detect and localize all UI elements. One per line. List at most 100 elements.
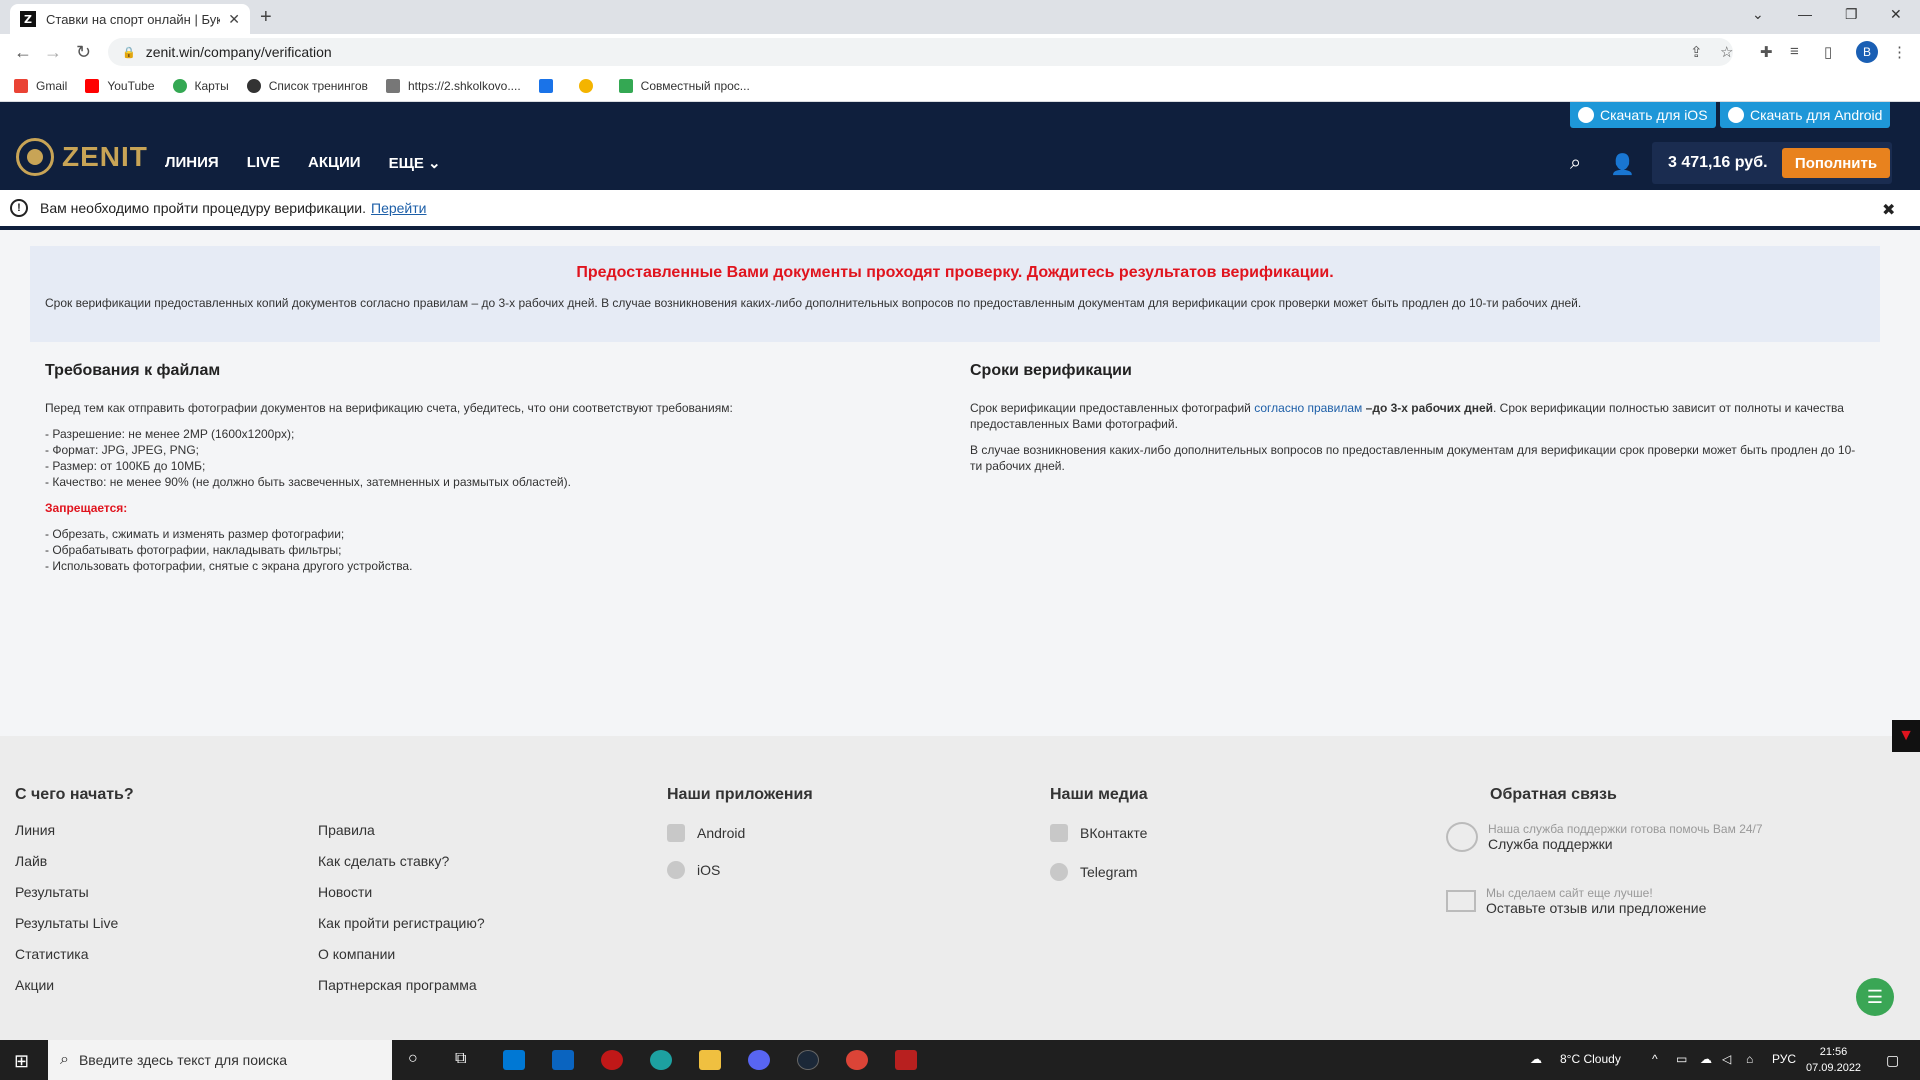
footer-link-news[interactable]: Новости xyxy=(318,884,372,900)
bookmark-gmail[interactable]: Gmail xyxy=(14,78,67,93)
bookmark-q[interactable] xyxy=(578,78,601,93)
notice-text: Вам необходимо пройти процедуру верифика… xyxy=(40,200,367,216)
store-icon[interactable] xyxy=(503,1050,525,1070)
footer-feedback-title: Обратная связь xyxy=(1490,786,1617,803)
profile-avatar[interactable]: B xyxy=(1856,41,1878,63)
windows-start-icon[interactable]: ⊞ xyxy=(14,1051,29,1072)
telegram-icon xyxy=(1050,863,1068,881)
footer-link-about[interactable]: О компании xyxy=(318,946,395,962)
file-explorer-icon[interactable] xyxy=(699,1050,721,1070)
terms-section: Сроки верификации Срок верификации предо… xyxy=(970,360,1860,484)
lock-icon: 🔒 xyxy=(122,46,136,59)
reading-list-icon[interactable]: ≡ xyxy=(1790,43,1799,60)
footer-app-android[interactable]: Android xyxy=(667,824,745,842)
list-item: Качество: не менее 90% (не должно быть з… xyxy=(45,474,945,490)
task-view-icon[interactable]: ⧉ xyxy=(455,1050,466,1068)
q-icon xyxy=(578,78,593,93)
new-tab-icon[interactable]: + xyxy=(260,6,272,29)
footer-media-vk[interactable]: ВКонтакте xyxy=(1050,824,1147,842)
back-icon[interactable]: ← xyxy=(14,42,32,63)
mail-icon[interactable] xyxy=(552,1050,574,1070)
weather-text[interactable]: 8°C Cloudy xyxy=(1560,1052,1621,1066)
footer-link-results-live[interactable]: Результаты Live xyxy=(15,915,118,931)
vk-icon xyxy=(1050,824,1068,842)
footer-app-ios[interactable]: iOS xyxy=(667,861,720,879)
nav-line[interactable]: ЛИНИЯ xyxy=(165,154,219,172)
extensions-icon[interactable]: ✚ xyxy=(1760,43,1773,61)
footer-link-rules[interactable]: Правила xyxy=(318,822,375,838)
bookmark-chat[interactable] xyxy=(538,78,561,93)
footer-link-how-bet[interactable]: Как сделать ставку? xyxy=(318,853,449,869)
browser-menu-icon[interactable]: ⋮ xyxy=(1892,43,1907,61)
url-field[interactable]: 🔒 zenit.win/company/verification xyxy=(108,38,1733,66)
download-android-button[interactable]: Скачать для Android xyxy=(1720,102,1891,128)
close-icon[interactable]: ✖ xyxy=(1882,200,1895,220)
search-icon[interactable]: ⌕ xyxy=(1570,152,1581,175)
reload-icon[interactable]: ↻ xyxy=(76,42,91,63)
list-item: Обрезать, сжимать и изменять размер фото… xyxy=(45,526,945,542)
language-indicator[interactable]: РУС xyxy=(1772,1052,1796,1066)
edge-icon[interactable] xyxy=(650,1050,672,1070)
forward-icon[interactable]: → xyxy=(44,42,62,63)
verification-notice: ! Вам необходимо пройти процедуру верифи… xyxy=(0,190,1920,230)
requirements-title: Требования к файлам xyxy=(45,362,221,379)
notice-link[interactable]: Перейти xyxy=(371,200,426,216)
chrome-icon[interactable] xyxy=(846,1050,868,1070)
notifications-icon[interactable]: ▢ xyxy=(1886,1052,1899,1069)
rules-link[interactable]: согласно правилам xyxy=(1254,401,1362,415)
side-panel-icon[interactable]: ▯ xyxy=(1824,43,1832,61)
steam-icon[interactable] xyxy=(797,1050,819,1070)
clock[interactable]: 21:56 07.09.2022 xyxy=(1806,1044,1861,1076)
bookmark-maps[interactable]: Карты xyxy=(172,78,229,93)
user-icon[interactable]: 👤 xyxy=(1610,152,1635,177)
footer-link-results[interactable]: Результаты xyxy=(15,884,89,900)
footer-link-live[interactable]: Лайв xyxy=(15,853,47,869)
weather-icon[interactable]: ☁ xyxy=(1530,1052,1542,1066)
tab-search-icon[interactable]: ⌄ xyxy=(1752,6,1764,23)
feedback-link[interactable]: Мы сделаем сайт еще лучше! Оставьте отзыв… xyxy=(1446,886,1706,916)
requirements-list: Разрешение: не менее 2MP (1600x1200px); … xyxy=(45,426,945,490)
site-footer: С чего начать? Линия Лайв Результаты Рез… xyxy=(0,736,1920,1040)
onedrive-icon[interactable]: ☁ xyxy=(1700,1052,1712,1066)
discord-icon[interactable] xyxy=(748,1050,770,1070)
download-ios-button[interactable]: Скачать для iOS xyxy=(1570,102,1716,128)
footer-media-telegram[interactable]: Telegram xyxy=(1050,863,1138,881)
chat-icon[interactable]: ☰ xyxy=(1856,978,1894,1016)
wifi-icon[interactable]: ⌂ xyxy=(1746,1052,1753,1066)
bookmark-trainings[interactable]: Список тренингов xyxy=(246,78,368,93)
network-icon[interactable]: ▭ xyxy=(1676,1052,1687,1066)
minimize-icon[interactable]: — xyxy=(1798,6,1812,22)
bookmark-youtube[interactable]: YouTube xyxy=(85,78,155,93)
app-red-icon[interactable] xyxy=(601,1050,623,1070)
bookmark-star-icon[interactable]: ☆ xyxy=(1720,43,1733,61)
terms-title: Сроки верификации xyxy=(970,362,1132,379)
taskbar-search-input[interactable]: ⌕ Введите здесь текст для поиска xyxy=(48,1040,392,1080)
dota-icon[interactable] xyxy=(895,1050,917,1070)
close-window-icon[interactable]: ✕ xyxy=(1890,6,1902,23)
status-text: Срок верификации предоставленных копий д… xyxy=(45,296,1582,310)
close-tab-icon[interactable]: ✕ xyxy=(228,11,240,28)
support-link[interactable]: Наша служба поддержки готова помочь Вам … xyxy=(1446,822,1763,852)
footer-link-line[interactable]: Линия xyxy=(15,822,55,838)
search-icon: ⌕ xyxy=(60,1051,69,1068)
bookmark-shkolkovo[interactable]: https://2.shkolkovo.... xyxy=(385,78,521,93)
topup-button[interactable]: Пополнить xyxy=(1782,148,1890,178)
zenit-logo[interactable]: ZENIT xyxy=(16,138,148,176)
nav-live[interactable]: LIVE xyxy=(247,154,280,172)
terms-paragraph-2: В случае возникновения каких-либо дополн… xyxy=(970,443,1856,473)
footer-link-stats[interactable]: Статистика xyxy=(15,946,89,962)
cortana-icon[interactable]: ○ xyxy=(408,1050,418,1068)
footer-link-partners[interactable]: Партнерская программа xyxy=(318,977,477,993)
nav-promos[interactable]: АКЦИИ xyxy=(308,154,361,172)
browser-tab[interactable]: Z Ставки на спорт онлайн | Букме ✕ xyxy=(10,4,250,34)
side-widget-tab[interactable]: ▼ xyxy=(1892,720,1920,752)
tray-chevron-icon[interactable]: ^ xyxy=(1652,1052,1658,1066)
bookmark-joint[interactable]: Совместный прос... xyxy=(618,78,750,93)
footer-link-registration[interactable]: Как пройти регистрацию? xyxy=(318,915,485,931)
volume-icon[interactable]: ◁ xyxy=(1722,1052,1731,1066)
restore-icon[interactable]: ❐ xyxy=(1845,6,1858,23)
share-icon[interactable]: ⇪ xyxy=(1690,43,1703,61)
footer-link-promos[interactable]: Акции xyxy=(15,977,54,993)
nav-more[interactable]: ЕЩЕ ⌄ xyxy=(389,154,441,172)
requirements-section: Требования к файлам Перед тем как отправ… xyxy=(45,360,945,584)
